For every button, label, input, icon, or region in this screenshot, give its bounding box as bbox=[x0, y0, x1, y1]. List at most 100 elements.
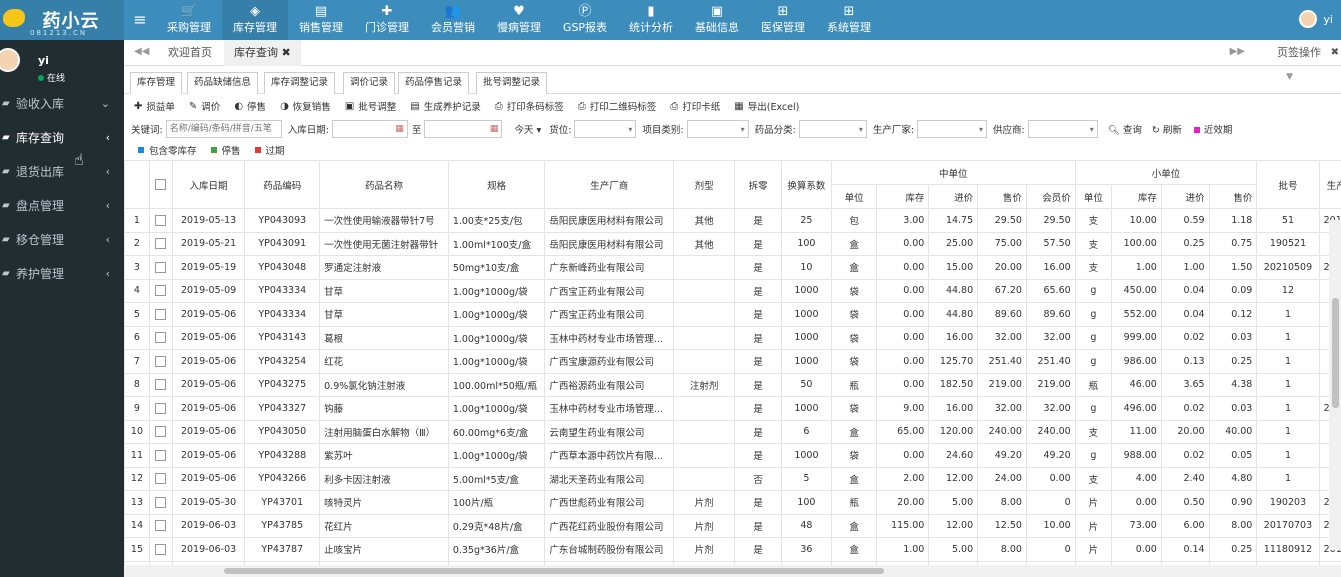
vertical-scrollbar[interactable] bbox=[1329, 220, 1341, 550]
app-logo[interactable]: 药小云 081213.CN bbox=[0, 0, 124, 40]
table-row[interactable]: 4 2019-05-09 YP043334 甘草 1.00g*1000g/袋 广西宝正药业… bbox=[124, 278, 1341, 303]
topnav-item-6[interactable]: Ⓟ GSP报表 bbox=[552, 0, 618, 40]
toolbar-button-8[interactable]: ⎙ 打印卡纸 bbox=[670, 99, 720, 114]
col-date[interactable]: 入库日期 bbox=[171, 160, 246, 209]
category-select[interactable]: ▾ bbox=[686, 120, 749, 138]
subtab-3[interactable]: 调价记录 bbox=[343, 72, 396, 94]
horizontal-scrollbar[interactable] bbox=[124, 565, 1341, 577]
table-row[interactable]: 9 2019-05-06 YP043327 钩藤 1.00g*1000g/袋 玉林中药材专… bbox=[124, 396, 1341, 421]
table-row[interactable]: 7 2019-05-06 YP043254 红花 1.00g*1000g/袋 广西宝康源药… bbox=[124, 349, 1341, 374]
row-checkbox[interactable] bbox=[148, 231, 173, 256]
col-small-stock[interactable]: 库存 bbox=[1111, 184, 1162, 209]
row-checkbox[interactable] bbox=[148, 349, 173, 374]
topnav-item-10[interactable]: ⊞ 系统管理 bbox=[816, 0, 882, 40]
sidebar-item-3[interactable]: ▰ 盘点管理 ‹ bbox=[0, 188, 124, 222]
maker-select[interactable]: ▾ bbox=[917, 120, 988, 138]
row-checkbox[interactable] bbox=[148, 325, 173, 350]
menu-toggle-icon[interactable]: ≡ bbox=[130, 10, 150, 30]
table-row[interactable]: 6 2019-05-06 YP043143 葛根 1.00g*1000g/袋 玉林中药材专… bbox=[124, 325, 1341, 350]
tab-ops-button[interactable]: 页签操作 bbox=[1277, 40, 1321, 66]
col-mid-stock[interactable]: 库存 bbox=[876, 184, 930, 209]
subtab-0[interactable]: 库存管理 bbox=[130, 72, 183, 94]
sidebar-item-1[interactable]: ▰ 库存查询 ‹ bbox=[0, 120, 124, 154]
row-checkbox[interactable] bbox=[148, 396, 173, 421]
close-icon[interactable]: ✖ bbox=[1331, 40, 1339, 66]
supplier-select[interactable]: ▾ bbox=[1027, 120, 1098, 138]
topnav-item-1[interactable]: ◈ 库存管理 bbox=[222, 0, 288, 40]
sidebar-item-4[interactable]: ▰ 移仓管理 ‹ bbox=[0, 222, 124, 256]
col-mid-member[interactable]: 会员价 bbox=[1025, 184, 1076, 209]
row-checkbox[interactable] bbox=[148, 302, 173, 327]
topnav-item-3[interactable]: ✚ 门诊管理 bbox=[354, 0, 420, 40]
topnav-item-7[interactable]: ▮ 统计分析 bbox=[618, 0, 684, 40]
today-dropdown[interactable]: 今天 ▾ bbox=[514, 122, 541, 136]
scroll-thumb[interactable] bbox=[224, 568, 884, 574]
tab-prev-icon[interactable]: ◀◀ bbox=[134, 46, 149, 57]
row-checkbox[interactable] bbox=[148, 419, 173, 444]
col-batch[interactable]: 批号 bbox=[1256, 160, 1320, 209]
sidebar-item-5[interactable]: ▰ 养护管理 ‹ bbox=[0, 256, 124, 290]
toolbar-button-4[interactable]: ▣ 批号调整 bbox=[345, 99, 396, 114]
topnav-item-5[interactable]: ♥ 慢病管理 bbox=[486, 0, 552, 40]
col-name[interactable]: 药品名称 bbox=[319, 160, 449, 209]
col-maker[interactable]: 生产厂商 bbox=[544, 160, 675, 209]
table-row[interactable]: 3 2019-05-19 YP043048 罗通定注射液 50mg*10支/盒 广东新峰药… bbox=[124, 255, 1341, 280]
topnav-item-9[interactable]: ⊞ 医保管理 bbox=[750, 0, 816, 40]
table-row[interactable]: 8 2019-05-06 YP043275 0.9%氯化钠注射液 100.00ml*50… bbox=[124, 372, 1341, 397]
search-button[interactable]: 🔍︎ 查询 bbox=[1108, 122, 1142, 136]
col-spec[interactable]: 规格 bbox=[447, 160, 546, 209]
col-small-cost[interactable]: 进价 bbox=[1160, 184, 1210, 209]
subtab-5[interactable]: 批号调整记录 bbox=[476, 72, 548, 94]
toolbar-button-1[interactable]: ✎ 调价 bbox=[189, 99, 220, 114]
tab-inventory-query[interactable]: 库存查询 ✖ bbox=[224, 40, 301, 66]
tab-home[interactable]: 欢迎首页 bbox=[158, 40, 222, 66]
col-mid-price[interactable]: 售价 bbox=[977, 184, 1027, 209]
topnav-item-8[interactable]: ▣ 基础信息 bbox=[684, 0, 750, 40]
row-checkbox[interactable] bbox=[148, 372, 173, 397]
topnav-item-4[interactable]: 👥 会员营销 bbox=[420, 0, 486, 40]
sidebar-item-2[interactable]: ▰ 退货出库 ‹ bbox=[0, 154, 124, 188]
table-row[interactable]: 13 2019-05-30 YP43701 咳特灵片 100片/瓶 广西世彪药业有限公司片… bbox=[124, 490, 1341, 515]
toolbar-button-9[interactable]: ▦ 导出(Excel) bbox=[734, 99, 799, 114]
col-mid-unit[interactable]: 单位 bbox=[830, 184, 878, 209]
table-row[interactable]: 2 2019-05-21 YP043091 一次性使用无菌注射器带针 1.00ml*10… bbox=[124, 231, 1341, 256]
subtab-1[interactable]: 药品缺储信息 bbox=[187, 72, 259, 94]
col-prod[interactable]: 生产 bbox=[1318, 160, 1341, 209]
row-checkbox[interactable] bbox=[148, 537, 173, 562]
row-checkbox[interactable] bbox=[148, 466, 173, 491]
toolbar-button-2[interactable]: ◐ 停售 bbox=[234, 99, 266, 114]
row-checkbox[interactable] bbox=[148, 255, 173, 280]
topnav-item-0[interactable]: 🛒 采购管理 bbox=[156, 0, 222, 40]
col-ratio[interactable]: 换算系数 bbox=[781, 160, 832, 209]
toolbar-button-0[interactable]: ✚ 损益单 bbox=[134, 99, 175, 114]
subtab-2[interactable]: 库存调整记录 bbox=[264, 72, 336, 94]
table-row[interactable]: 15 2019-06-03 YP43787 止咳宝片 0.35g*36片/盒 广东台城制药… bbox=[124, 537, 1341, 562]
toolbar-button-6[interactable]: ⎙ 打印条码标签 bbox=[495, 99, 564, 114]
row-checkbox[interactable] bbox=[148, 443, 173, 468]
sidebar-item-0[interactable]: ▰ 验收入库 ⌄ bbox=[0, 86, 124, 120]
user-menu[interactable]: yi bbox=[1299, 10, 1333, 28]
refresh-button[interactable]: ↻ 刷新 bbox=[1152, 122, 1182, 136]
scroll-thumb[interactable] bbox=[1332, 298, 1339, 408]
col-form[interactable]: 剂型 bbox=[673, 160, 736, 209]
row-checkbox[interactable] bbox=[148, 278, 173, 303]
toolbar-button-5[interactable]: ▤ 生成养护记录 bbox=[410, 99, 480, 114]
table-row[interactable]: 11 2019-05-06 YP043288 紫苏叶 1.00g*1000g/袋 广西草本… bbox=[124, 443, 1341, 468]
start-date-input[interactable]: ▦ bbox=[331, 120, 408, 138]
col-code[interactable]: 药品编码 bbox=[244, 160, 321, 209]
row-checkbox[interactable] bbox=[148, 490, 173, 515]
col-split[interactable]: 拆零 bbox=[734, 160, 782, 209]
end-date-input[interactable]: ▦ bbox=[424, 120, 503, 138]
row-checkbox[interactable] bbox=[148, 513, 173, 538]
table-row[interactable]: 5 2019-05-06 YP043334 甘草 1.00g*1000g/袋 广西宝正药业… bbox=[124, 302, 1341, 327]
topnav-item-2[interactable]: ▤ 销售管理 bbox=[288, 0, 354, 40]
table-row[interactable]: 10 2019-05-06 YP043050 注射用脑蛋白水解物（Ⅲ） 60.00mg*… bbox=[124, 419, 1341, 444]
row-checkbox[interactable] bbox=[148, 208, 173, 233]
toolbar-button-3[interactable]: ◑ 恢复销售 bbox=[280, 99, 331, 114]
toolbar-button-7[interactable]: ⎙ 打印二维码标签 bbox=[578, 99, 657, 114]
select-all-checkbox[interactable] bbox=[148, 160, 173, 209]
table-row[interactable]: 12 2019-05-06 YP043266 利多卡因注射液 5.00ml*5支/盒 湖北… bbox=[124, 466, 1341, 491]
table-row[interactable]: 14 2019-06-03 YP43785 花红片 0.29克*48片/盒 广西花红药业股… bbox=[124, 513, 1341, 538]
subtab-4[interactable]: 药品停售记录 bbox=[398, 72, 470, 94]
location-select[interactable]: ▾ bbox=[574, 120, 637, 138]
